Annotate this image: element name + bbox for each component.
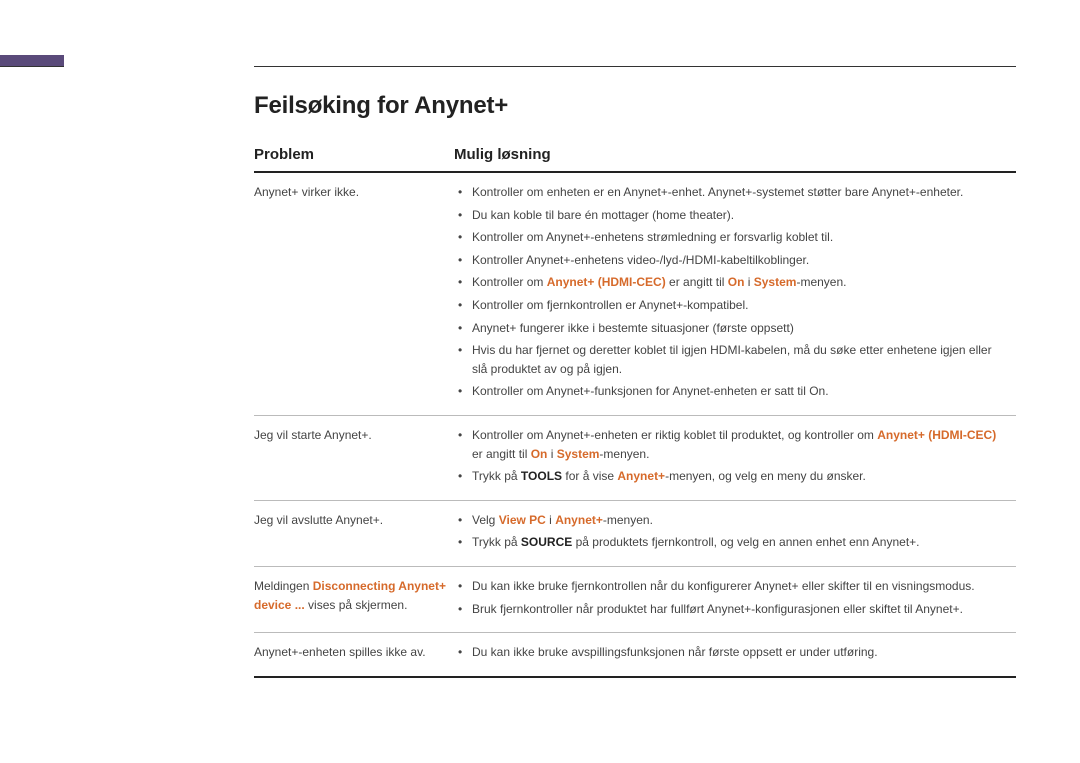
cell-problem: Meldingen Disconnecting Anynet+ device .… [254, 566, 454, 632]
list-item: Anynet+ fungerer ikke i bestemte situasj… [454, 319, 1008, 338]
chapter-tab [0, 55, 64, 67]
list-item: Kontroller Anynet+-enhetens video-/lyd-/… [454, 251, 1008, 270]
list-item: Bruk fjernkontroller når produktet har f… [454, 600, 1008, 619]
cell-problem: Jeg vil starte Anynet+. [254, 415, 454, 500]
solution-list: Kontroller om enheten er en Anynet+-enhe… [454, 183, 1008, 401]
cell-solution: Kontroller om Anynet+-enheten er riktig … [454, 415, 1016, 500]
cell-solution: Du kan ikke bruke avspillingsfunksjonen … [454, 633, 1016, 677]
list-item: Du kan koble til bare én mottager (home … [454, 206, 1008, 225]
list-item: Trykk på SOURCE på produktets fjernkontr… [454, 533, 1008, 552]
list-item: Trykk på TOOLS for å vise Anynet+-menyen… [454, 467, 1008, 486]
list-item: Du kan ikke bruke avspillingsfunksjonen … [454, 643, 1008, 662]
cell-solution: Velg View PC i Anynet+-menyen. Trykk på S… [454, 500, 1016, 566]
table-row: Anynet+ virker ikke.Kontroller om enhete… [254, 172, 1016, 415]
cell-problem: Jeg vil avslutte Anynet+. [254, 500, 454, 566]
troubleshooting-table: Problem Mulig løsning Anynet+ virker ikk… [254, 146, 1016, 678]
list-item: Kontroller om Anynet+-enhetens strømledn… [454, 228, 1008, 247]
list-item: Kontroller om fjernkontrollen er Anynet+… [454, 296, 1008, 315]
col-header-problem: Problem [254, 146, 454, 172]
page-title: Feilsøking for Anynet+ [254, 92, 1016, 120]
list-item: Velg View PC i Anynet+-menyen. [454, 511, 1008, 530]
cell-solution: Du kan ikke bruke fjernkontrollen når du… [454, 566, 1016, 632]
table-row: Anynet+-enheten spilles ikke av.Du kan i… [254, 633, 1016, 677]
solution-list: Du kan ikke bruke avspillingsfunksjonen … [454, 643, 1008, 662]
list-item: Kontroller om Anynet+-funksjonen for Any… [454, 382, 1008, 401]
list-item: Du kan ikke bruke fjernkontrollen når du… [454, 577, 1008, 596]
solution-list: Velg View PC i Anynet+-menyen. Trykk på S… [454, 511, 1008, 552]
list-item: Kontroller om Anynet+-enheten er riktig … [454, 426, 1008, 463]
list-item: Kontroller om Anynet+ (HDMI-CEC) er angi… [454, 273, 1008, 292]
col-header-solution: Mulig løsning [454, 146, 1016, 172]
table-row: Jeg vil avslutte Anynet+.Velg View PC i … [254, 500, 1016, 566]
page-content: Feilsøking for Anynet+ Problem Mulig løs… [254, 92, 1016, 678]
table-row: Jeg vil starte Anynet+.Kontroller om Any… [254, 415, 1016, 500]
cell-problem: Anynet+-enheten spilles ikke av. [254, 633, 454, 677]
list-item: Hvis du har fjernet og deretter koblet t… [454, 341, 1008, 378]
top-divider [254, 66, 1016, 67]
cell-problem: Anynet+ virker ikke. [254, 172, 454, 415]
list-item: Kontroller om enheten er en Anynet+-enhe… [454, 183, 1008, 202]
table-row: Meldingen Disconnecting Anynet+ device .… [254, 566, 1016, 632]
solution-list: Kontroller om Anynet+-enheten er riktig … [454, 426, 1008, 486]
cell-solution: Kontroller om enheten er en Anynet+-enhe… [454, 172, 1016, 415]
solution-list: Du kan ikke bruke fjernkontrollen når du… [454, 577, 1008, 618]
